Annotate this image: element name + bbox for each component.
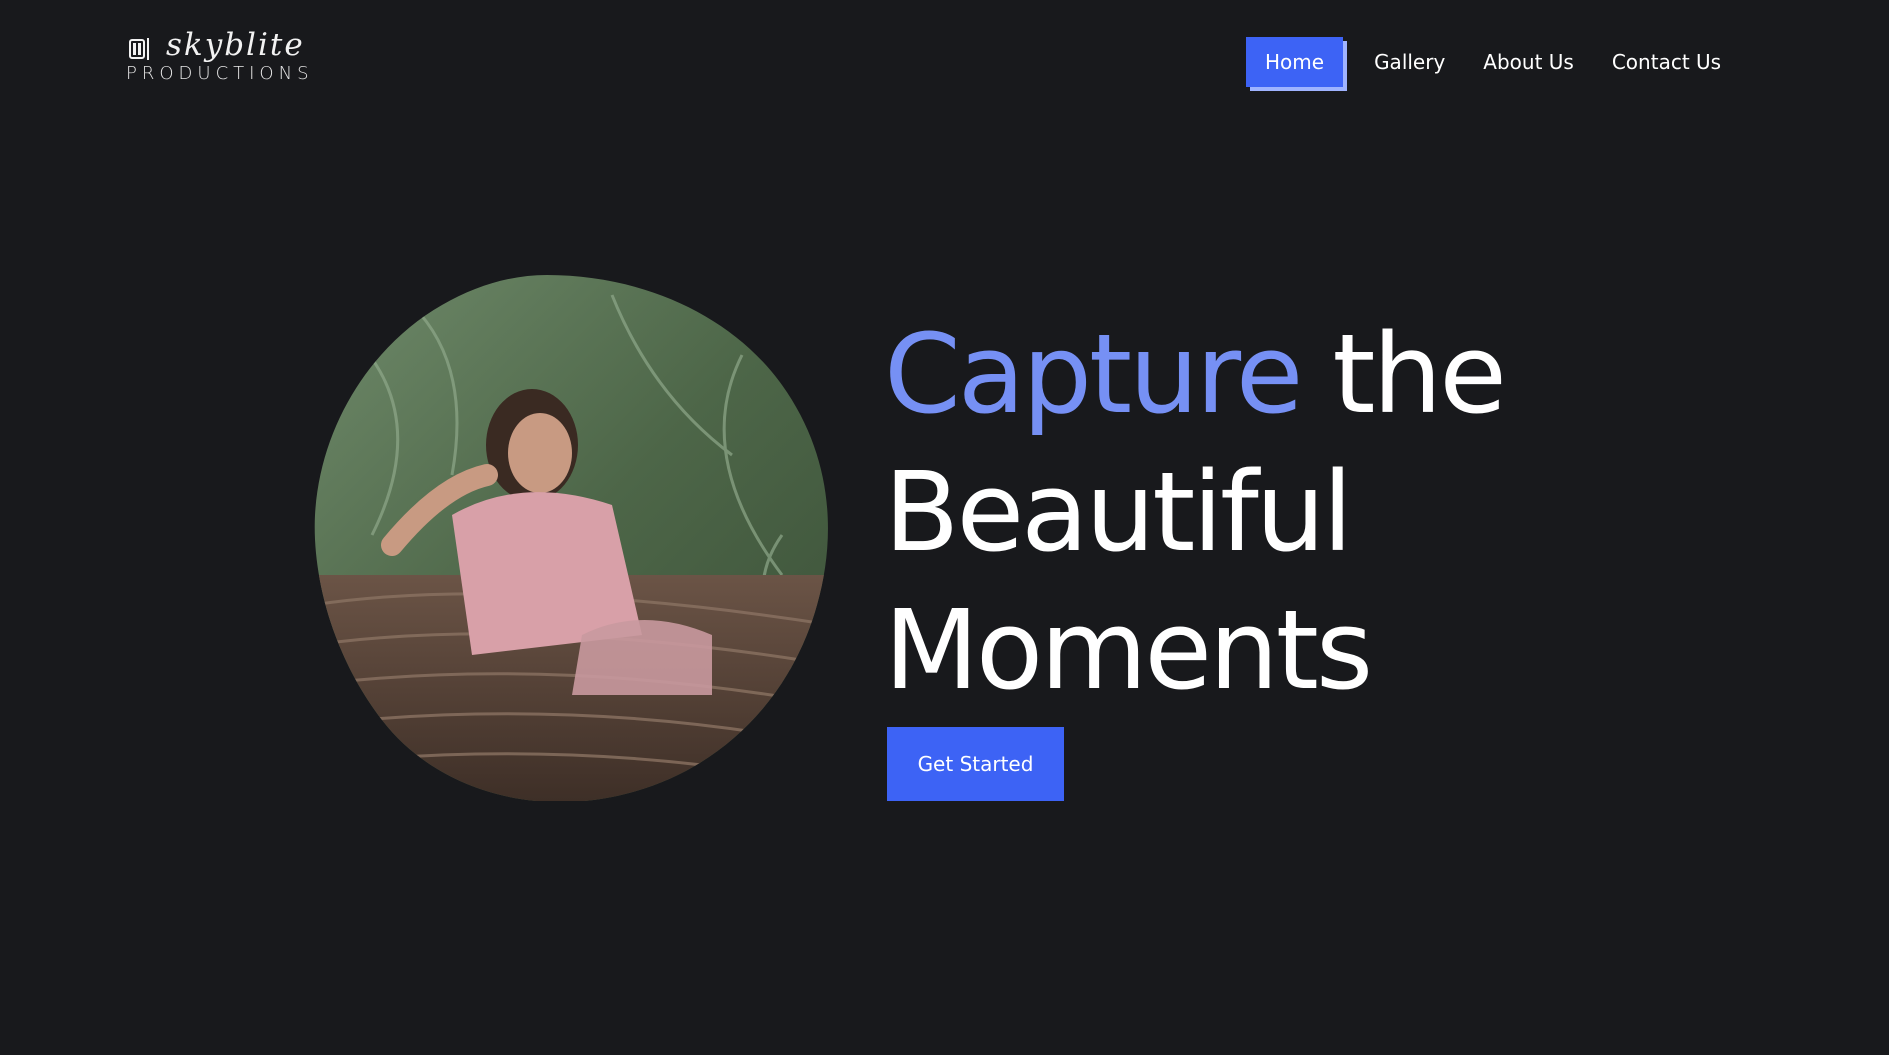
nav-about-us[interactable]: About Us <box>1464 37 1593 87</box>
headline-line-3: Moments <box>884 586 1373 714</box>
nav-contact-us[interactable]: Contact Us <box>1593 37 1740 87</box>
hero-photo <box>312 275 832 801</box>
main-nav: Home Gallery About Us Contact Us <box>1246 37 1740 87</box>
headline-word-the: the <box>1332 310 1507 438</box>
film-reel-icon <box>129 38 149 60</box>
nav-gallery[interactable]: Gallery <box>1355 37 1464 87</box>
get-started-button[interactable]: Get Started <box>887 727 1064 801</box>
nav-home[interactable]: Home <box>1246 37 1344 87</box>
hero-headline: Capture the Beautiful Moments <box>884 305 1684 719</box>
brand-logo[interactable]: skyblite PRODUCTIONS <box>126 27 316 88</box>
logo-script-text: skyblite <box>166 27 305 63</box>
page: skyblite PRODUCTIONS Home Gallery About … <box>0 0 1889 1055</box>
headline-line-2: Beautiful <box>884 448 1353 576</box>
logo-subtitle: PRODUCTIONS <box>126 63 314 84</box>
headline-accent-word: Capture <box>884 310 1303 438</box>
